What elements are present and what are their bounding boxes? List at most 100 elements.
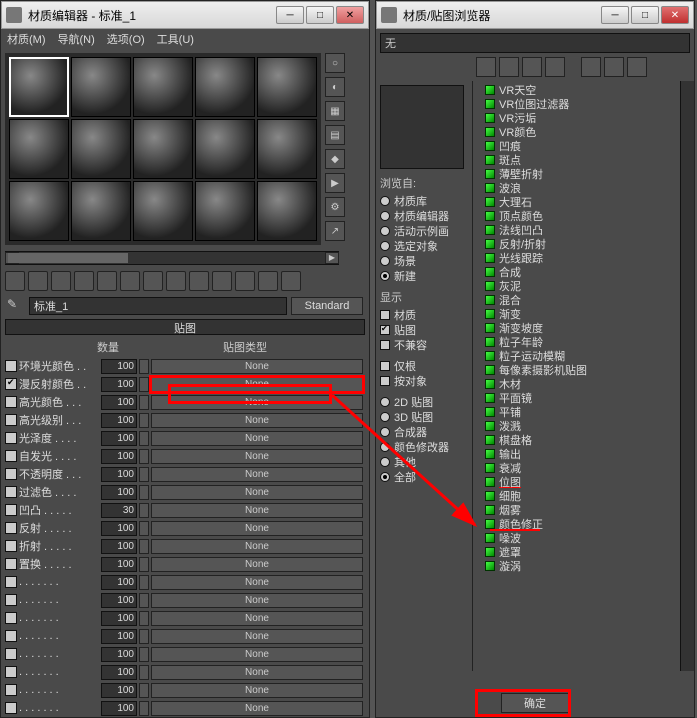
sample-slot[interactable] (195, 57, 255, 117)
reset-map-icon[interactable] (74, 271, 94, 291)
sample-slot[interactable] (9, 119, 69, 179)
tree-item[interactable]: 渐变坡度 (473, 321, 694, 335)
map-type-button[interactable]: None (151, 557, 363, 572)
map-type-button[interactable]: None (151, 665, 363, 680)
map-checkbox[interactable] (5, 666, 17, 678)
minimize-button[interactable]: ─ (601, 6, 629, 24)
map-amount-input[interactable] (101, 359, 137, 374)
scroll-right-icon[interactable]: ▶ (325, 252, 339, 264)
make-unique-icon[interactable] (120, 271, 140, 291)
sample-hscroll[interactable]: ◀ ▶ (5, 251, 339, 265)
tree-item[interactable]: 混合 (473, 293, 694, 307)
view-small-icon[interactable] (499, 57, 519, 77)
put-to-scene-icon[interactable] (28, 271, 48, 291)
tree-item[interactable]: 波浪 (473, 181, 694, 195)
map-type-button[interactable]: None (151, 611, 363, 626)
map-spinner[interactable] (139, 665, 149, 680)
tree-item[interactable]: 木材 (473, 377, 694, 391)
map-spinner[interactable] (139, 647, 149, 662)
map-checkbox[interactable] (5, 468, 17, 480)
map-checkbox[interactable] (5, 432, 17, 444)
tree-item[interactable]: 灰泥 (473, 279, 694, 293)
close-button[interactable]: ✕ (661, 6, 689, 24)
sample-slot[interactable] (9, 57, 69, 117)
backlight-icon[interactable]: ◐ (325, 77, 345, 97)
map-checkbox[interactable] (5, 702, 17, 714)
sample-slot[interactable] (133, 119, 193, 179)
map-spinner[interactable] (139, 413, 149, 428)
tree-item[interactable]: 平面镜 (473, 391, 694, 405)
map-amount-input[interactable] (101, 611, 137, 626)
sample-slot[interactable] (257, 57, 317, 117)
tree-item[interactable]: 合成 (473, 265, 694, 279)
tree-item[interactable]: 泼溅 (473, 419, 694, 433)
map-checkbox[interactable] (5, 504, 17, 516)
map-amount-input[interactable] (101, 683, 137, 698)
option-row[interactable]: 2D 贴图 (380, 394, 468, 409)
map-checkbox[interactable] (5, 594, 17, 606)
option-row[interactable]: 按对象 (380, 373, 468, 388)
map-type-button[interactable]: None (151, 503, 363, 518)
map-type-button[interactable]: None (151, 485, 363, 500)
tree-item[interactable]: 噪波 (473, 531, 694, 545)
tree-item[interactable]: 输出 (473, 447, 694, 461)
background-icon[interactable]: ▦ (325, 101, 345, 121)
rcheck-icon[interactable] (380, 310, 390, 320)
option-row[interactable]: 新建 (380, 268, 468, 283)
get-material-icon[interactable] (5, 271, 25, 291)
map-amount-input[interactable] (101, 593, 137, 608)
sample-type-icon[interactable]: ○ (325, 53, 345, 73)
map-spinner[interactable] (139, 503, 149, 518)
menu-options[interactable]: 选项(O) (107, 31, 145, 47)
map-checkbox[interactable] (5, 684, 17, 696)
sample-slot[interactable] (133, 57, 193, 117)
map-spinner[interactable] (139, 575, 149, 590)
radio-icon[interactable] (380, 397, 390, 407)
mat-id-icon[interactable] (166, 271, 186, 291)
options-icon[interactable]: ⚙ (325, 197, 345, 217)
tree-item[interactable]: 遮罩 (473, 545, 694, 559)
map-type-button[interactable]: None (151, 539, 363, 554)
option-row[interactable]: 仅根 (380, 358, 468, 373)
rcheck-icon[interactable] (380, 361, 390, 371)
make-copy-icon[interactable] (97, 271, 117, 291)
tree-item[interactable]: 细胞 (473, 489, 694, 503)
sample-slot[interactable] (9, 181, 69, 241)
sample-slot[interactable] (71, 181, 131, 241)
eyedropper-icon[interactable]: ✎ (7, 297, 25, 315)
tree-item[interactable]: 大理石 (473, 195, 694, 209)
search-input[interactable] (380, 33, 690, 53)
map-tree[interactable]: VR天空VR位图过滤器VR污垢VR颜色凹痕斑点薄壁折射波浪大理石顶点颜色法线凹凸… (472, 81, 694, 671)
map-type-button[interactable]: None (151, 431, 363, 446)
map-spinner[interactable] (139, 467, 149, 482)
tree-item[interactable]: 粒子运动模糊 (473, 349, 694, 363)
tree-item[interactable]: 颜色修正 (473, 517, 694, 531)
option-row[interactable]: 不兼容 (380, 337, 468, 352)
map-amount-input[interactable] (101, 629, 137, 644)
map-amount-input[interactable] (101, 503, 137, 518)
map-spinner[interactable] (139, 521, 149, 536)
map-amount-input[interactable] (101, 521, 137, 536)
map-amount-input[interactable] (101, 701, 137, 716)
map-amount-input[interactable] (101, 575, 137, 590)
rcheck-icon[interactable] (380, 376, 390, 386)
map-spinner[interactable] (139, 395, 149, 410)
map-checkbox[interactable] (5, 576, 17, 588)
close-button[interactable]: ✕ (336, 6, 364, 24)
tree-item[interactable]: 棋盘格 (473, 433, 694, 447)
map-checkbox[interactable] (5, 396, 17, 408)
maximize-button[interactable]: □ (306, 6, 334, 24)
radio-icon[interactable] (380, 211, 390, 221)
option-row[interactable]: 选定对象 (380, 238, 468, 253)
map-checkbox[interactable] (5, 450, 17, 462)
map-amount-input[interactable] (101, 395, 137, 410)
clear-icon[interactable] (627, 57, 647, 77)
go-parent-icon[interactable] (235, 271, 255, 291)
map-spinner[interactable] (139, 701, 149, 716)
map-checkbox[interactable] (5, 648, 17, 660)
map-checkbox[interactable] (5, 414, 17, 426)
tree-item[interactable]: VR颜色 (473, 125, 694, 139)
map-spinner[interactable] (139, 611, 149, 626)
map-checkbox[interactable] (5, 630, 17, 642)
map-checkbox[interactable] (5, 612, 17, 624)
